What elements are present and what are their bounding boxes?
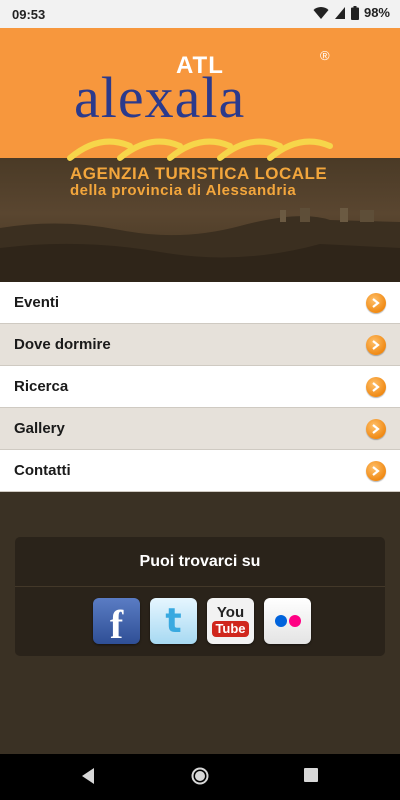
wifi-icon — [313, 6, 329, 19]
youtube-you: You — [216, 604, 245, 621]
menu-item-label: Contatti — [14, 462, 71, 479]
status-icons: 98% — [313, 5, 390, 20]
chevron-right-icon — [366, 376, 386, 397]
menu-item-ricerca[interactable]: Ricerca — [0, 366, 400, 408]
social-panel: Puoi trovarci su f t You Tube — [15, 537, 385, 656]
brand-logo-text: alexala — [74, 65, 246, 130]
landscape-hills — [0, 208, 400, 282]
menu-item-label: Dove dormire — [14, 336, 111, 353]
recent-apps-icon[interactable] — [303, 767, 319, 783]
social-icons: f t You Tube — [93, 598, 311, 647]
signal-icon — [334, 6, 345, 19]
flickr-icon[interactable] — [264, 598, 311, 644]
back-icon[interactable] — [80, 767, 96, 785]
registered-mark: ® — [320, 48, 330, 63]
status-bar: 09:53 98% — [0, 0, 400, 28]
facebook-icon[interactable]: f — [93, 598, 140, 647]
menu-item-eventi[interactable]: Eventi — [0, 282, 400, 324]
chevron-right-icon — [366, 292, 386, 313]
facebook-glyph: f — [109, 602, 124, 647]
social-title: Puoi trovarci su — [15, 537, 385, 587]
twitter-icon[interactable]: t — [150, 598, 197, 644]
logo-swoosh — [67, 138, 333, 161]
main-menu: Eventi Dove dormire Ricerca Gallery Cont… — [0, 282, 400, 492]
battery-percent: 98% — [363, 5, 390, 20]
twitter-glyph: t — [165, 601, 182, 641]
chevron-right-icon — [366, 418, 386, 439]
youtube-tube: Tube — [212, 621, 249, 637]
chevron-right-icon — [366, 334, 386, 355]
tagline-province: della provincia di Alessandria — [70, 182, 297, 199]
menu-item-label: Ricerca — [14, 378, 69, 395]
menu-item-label: Eventi — [14, 294, 60, 311]
header-banner: ATL ® alexala AGENZIA TURISTICA LOCALE d… — [0, 28, 400, 282]
home-icon[interactable] — [191, 767, 209, 785]
youtube-icon[interactable]: You Tube — [207, 598, 254, 644]
chevron-right-icon — [366, 460, 386, 481]
content-area: Puoi trovarci su f t You Tube — [0, 492, 400, 754]
menu-item-contatti[interactable]: Contatti — [0, 450, 400, 492]
navigation-bar — [0, 754, 400, 800]
battery-icon — [350, 5, 359, 20]
flickr-pink-dot — [288, 615, 301, 627]
flickr-blue-dot — [274, 615, 287, 627]
menu-item-label: Gallery — [14, 420, 65, 437]
status-time: 09:53 — [12, 7, 46, 22]
tagline-agency: AGENZIA TURISTICA LOCALE — [70, 164, 328, 183]
menu-item-dove-dormire[interactable]: Dove dormire — [0, 324, 400, 366]
menu-item-gallery[interactable]: Gallery — [0, 408, 400, 450]
